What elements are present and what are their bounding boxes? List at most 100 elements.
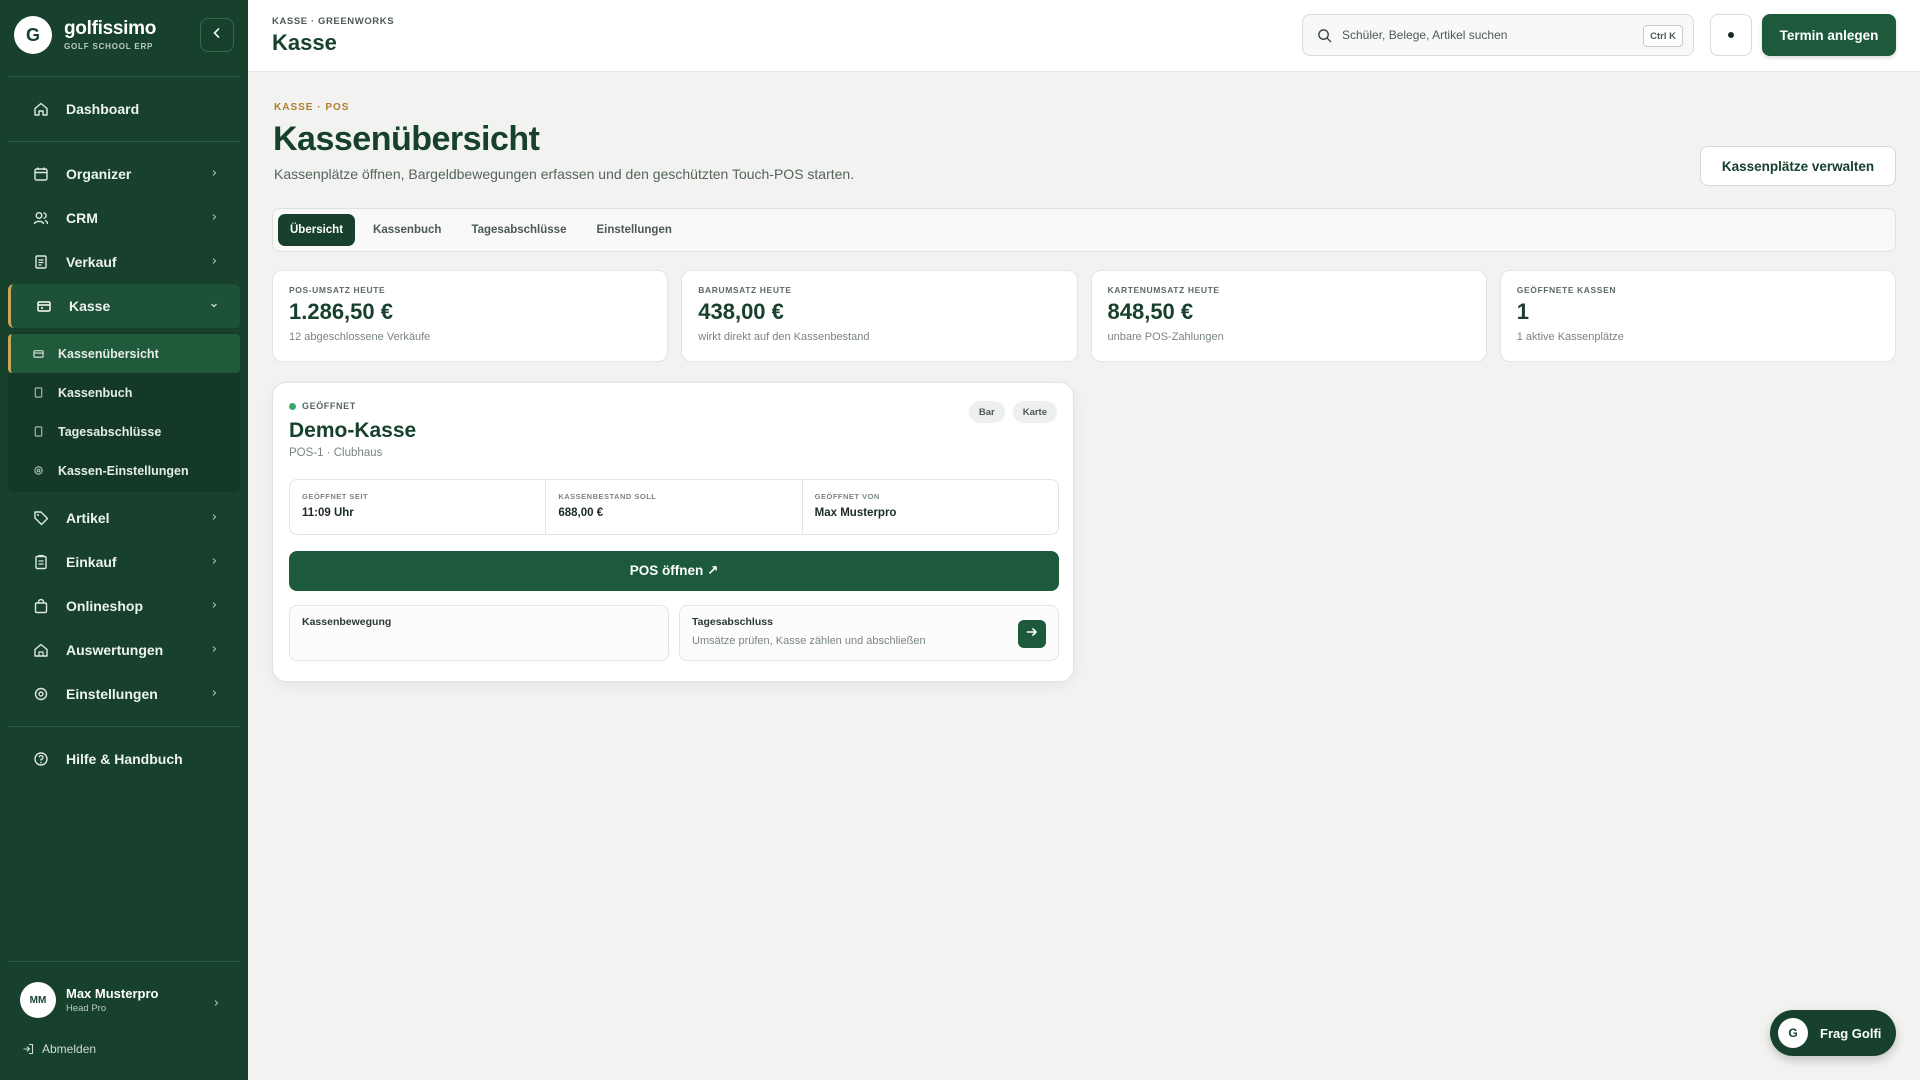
sidebar-item-label: Kasse (69, 298, 111, 314)
stat-label: BARUMSATZ HEUTE (698, 285, 792, 295)
sidebar-subitem-label: Tagesabschlüsse (58, 424, 162, 439)
payment-chip: Bar (968, 401, 1005, 423)
tab-tagesabschluesse[interactable]: Tagesabschlüsse (459, 214, 578, 246)
stat-value: 1 (1516, 299, 1529, 324)
info-label: KASSENBESTAND SOLL (558, 492, 657, 501)
main-content: KASSE · POS Kassenübersicht Kassenplätze… (248, 72, 1920, 1080)
brand-subtitle: GOLF SCHOOL ERP (64, 42, 154, 51)
home-icon (32, 100, 50, 118)
open-pos-button[interactable]: POS öffnen ↗ (289, 551, 1059, 591)
ask-golfi-button[interactable]: G Frag Golfi (1770, 1010, 1896, 1056)
golfi-logo: G (1778, 1018, 1808, 1048)
action-subtitle: Umsätze prüfen, Kasse zählen und abschli… (692, 635, 926, 647)
sidebar-item-dashboard[interactable]: Dashboard (0, 87, 248, 131)
register-info-grid: GEÖFFNET SEIT 11:09 Uhr KASSENBESTAND SO… (289, 479, 1059, 535)
stat-card: POS-UMSATZ HEUTE 1.286,50 € 12 abgeschlo… (272, 270, 669, 362)
manage-registers-button[interactable]: Kassenplätze verwalten (1700, 146, 1896, 186)
sidebar-item-einstellungen[interactable]: Einstellungen (0, 672, 248, 716)
sidebar-item-label: Verkauf (66, 254, 117, 270)
stat-subtext: wirkt direkt auf den Kassenbestand (698, 331, 870, 343)
action-title: Tagesabschluss (692, 616, 773, 628)
calendar-icon (32, 165, 50, 183)
sidebar-subitem-kassenuebersicht[interactable]: Kassenübersicht (8, 334, 240, 373)
receipt-icon (32, 253, 50, 271)
notification-button[interactable] (1710, 14, 1752, 56)
register-location: POS-1 · Clubhaus (289, 447, 383, 459)
stat-label: POS-UMSATZ HEUTE (289, 285, 386, 295)
users-icon (32, 209, 50, 227)
sidebar-item-label: Artikel (66, 510, 110, 526)
sidebar-item-einkauf[interactable]: Einkauf (0, 540, 248, 584)
sidebar-item-label: Onlineshop (66, 598, 143, 614)
user-role: Head Pro (66, 1003, 107, 1014)
status-dot-icon (289, 402, 296, 410)
sidebar-item-kasse[interactable]: Kasse (8, 284, 240, 328)
stat-label: KARTENUMSATZ HEUTE (1107, 285, 1220, 295)
sidebar-subitem-kassenbuch[interactable]: Kassenbuch (8, 373, 240, 412)
register-name: Demo-Kasse (289, 419, 417, 442)
stats-row: POS-UMSATZ HEUTE 1.286,50 € 12 abgeschlo… (272, 270, 1896, 362)
sidebar-item-label: Einstellungen (66, 686, 158, 702)
chevron-right-icon (208, 599, 220, 611)
search-input[interactable] (1342, 28, 1622, 42)
payment-chips: Bar Karte (968, 401, 1057, 423)
register-icon (35, 297, 53, 315)
daily-closing-arrow-button[interactable] (1018, 620, 1046, 648)
brand-name: golfissimo (64, 18, 157, 39)
register-card: GEÖFFNET Bar Karte Demo-Kasse POS-1 · Cl… (272, 382, 1074, 682)
chevron-right-icon (208, 211, 220, 223)
document-icon (32, 387, 44, 399)
stat-subtext: 12 abgeschlossene Verkäufe (289, 331, 431, 343)
status-label: GEÖFFNET (302, 401, 356, 411)
search-shortcut-hint: Ctrl K (1643, 25, 1683, 47)
chevron-right-icon (208, 167, 220, 179)
info-label: GEÖFFNET VON (814, 492, 880, 501)
sidebar-item-auswertungen[interactable]: Auswertungen (0, 628, 248, 672)
tab-einstellungen[interactable]: Einstellungen (584, 214, 683, 246)
page-eyebrow: KASSE · POS (274, 102, 350, 113)
logout-label: Abmelden (42, 1042, 97, 1056)
sidebar-item-artikel[interactable]: Artikel (0, 496, 248, 540)
page-title: Kassenübersicht (273, 120, 540, 158)
user-profile[interactable]: MM Max Musterpro Head Pro (0, 974, 248, 1026)
sidebar-subitem-tagesabschluesse[interactable]: Tagesabschlüsse (8, 412, 240, 451)
user-name: Max Musterpro (66, 986, 159, 1001)
sidebar-item-label: Hilfe & Handbuch (66, 751, 183, 767)
search-icon (1317, 28, 1332, 43)
sidebar-item-verkauf[interactable]: Verkauf (0, 240, 248, 284)
cash-movement-action[interactable]: Kassenbewegung (289, 605, 669, 661)
stat-value: 848,50 € (1107, 299, 1194, 324)
info-cell: GEÖFFNET VON Max Musterpro (803, 480, 1058, 534)
sidebar-item-crm[interactable]: CRM (0, 196, 248, 240)
sidebar-subitem-label: Kassen-Einstellungen (58, 463, 189, 478)
daily-closing-action[interactable]: Tagesabschluss Umsätze prüfen, Kasse zäh… (679, 605, 1059, 661)
info-value: Max Musterpro (814, 507, 897, 519)
tab-bar: Übersicht Kassenbuch Tagesabschlüsse Ein… (272, 208, 1896, 252)
sidebar-subitem-kassen-einstellungen[interactable]: Kassen-Einstellungen (8, 451, 240, 490)
global-search[interactable]: Ctrl K (1302, 14, 1694, 56)
sidebar-item-label: Organizer (66, 166, 132, 182)
stat-value: 438,00 € (698, 299, 784, 324)
tag-icon (32, 509, 50, 527)
chevron-left-icon (211, 26, 223, 44)
create-appointment-button[interactable]: Termin anlegen (1762, 14, 1896, 56)
sidebar-subitem-label: Kassenübersicht (58, 346, 159, 361)
chevron-right-icon (208, 255, 220, 267)
tab-uebersicht[interactable]: Übersicht (278, 214, 356, 246)
avatar: MM (20, 982, 56, 1018)
tab-kassenbuch[interactable]: Kassenbuch (361, 214, 453, 246)
sidebar-item-onlineshop[interactable]: Onlineshop (0, 584, 248, 628)
dot-icon (1728, 32, 1734, 38)
sidebar-collapse-button[interactable] (200, 18, 234, 52)
document-icon (32, 426, 44, 438)
stat-value: 1.286,50 € (289, 299, 393, 324)
stat-label: GEÖFFNETE KASSEN (1516, 285, 1617, 295)
sidebar-item-label: Dashboard (66, 101, 140, 117)
top-header: KASSE · GREENWORKS Kasse Ctrl K Termin a… (248, 0, 1920, 72)
sidebar-item-organizer[interactable]: Organizer (0, 152, 248, 196)
chevron-right-icon (208, 687, 220, 699)
chevron-right-icon (208, 643, 220, 655)
logout-link[interactable]: Abmelden (22, 1042, 96, 1056)
sidebar-item-hilfe[interactable]: Hilfe & Handbuch (0, 737, 248, 781)
brand-logo: G (14, 16, 52, 54)
